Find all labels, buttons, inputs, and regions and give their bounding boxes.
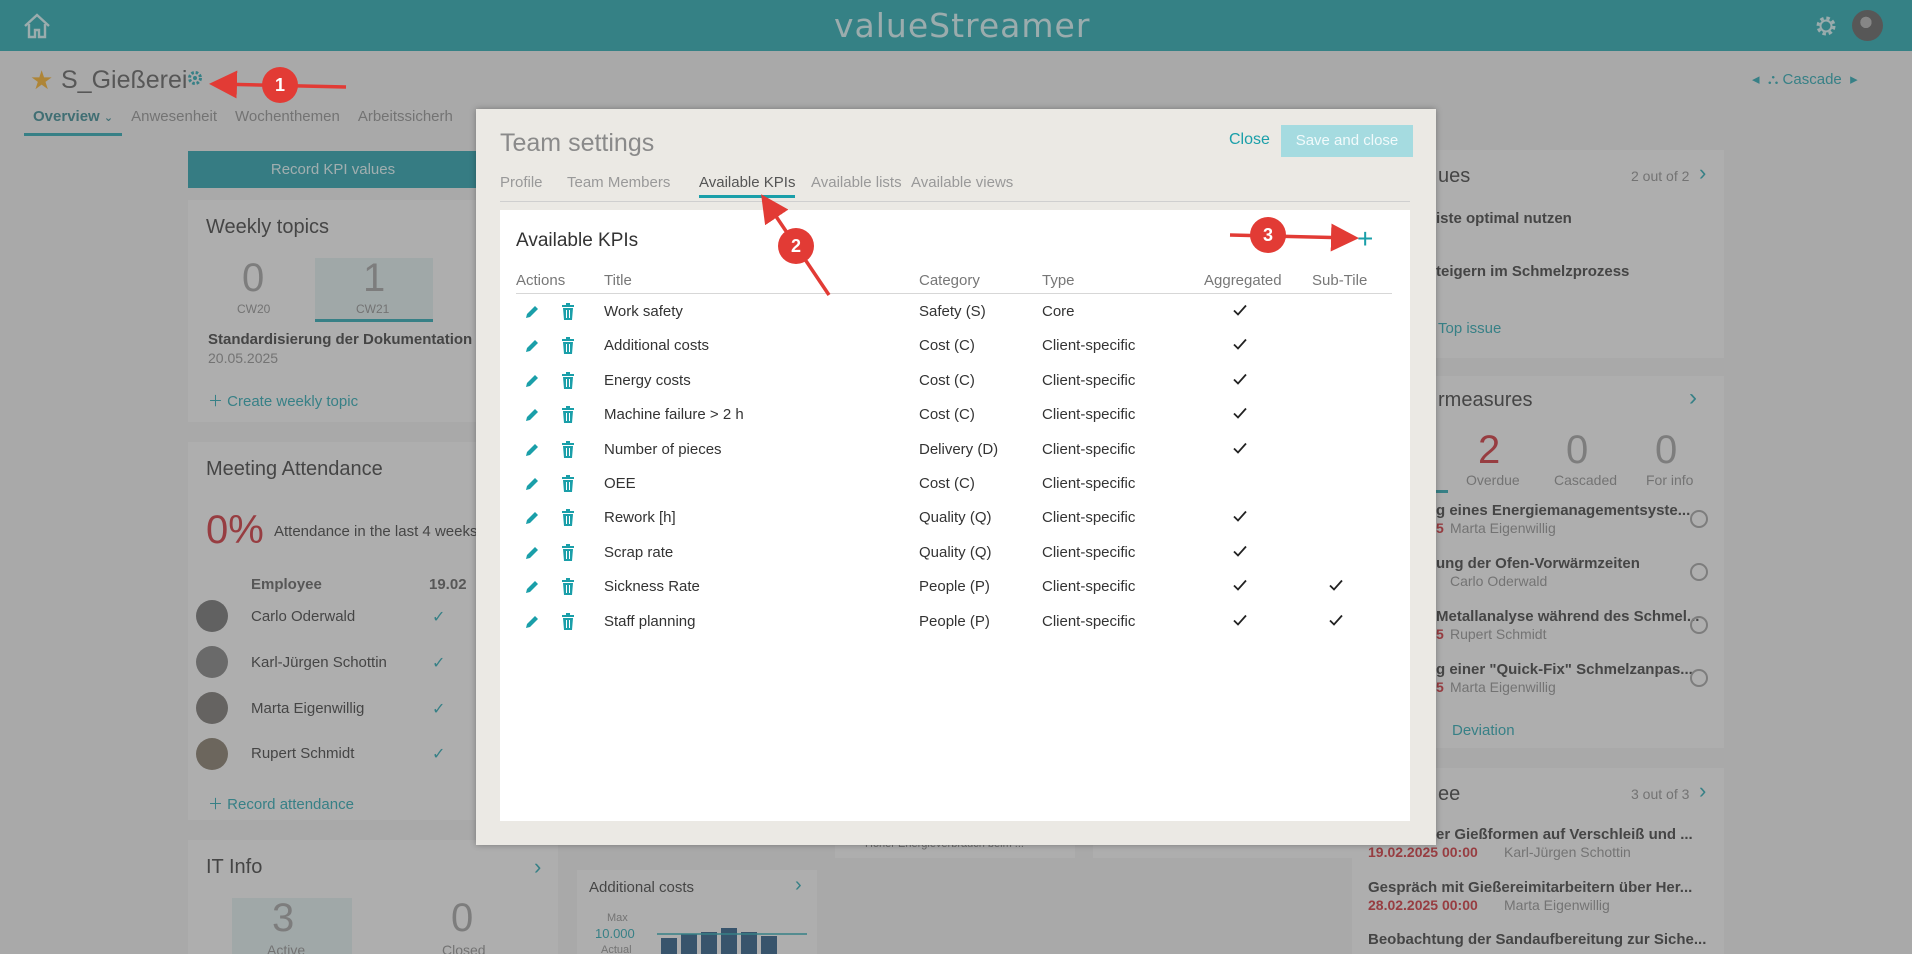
annotation-badge-3: 3 — [1250, 217, 1286, 253]
annotation-badge-2: 2 — [778, 228, 814, 264]
annotation-arrows — [209, 70, 1359, 296]
annotation-badge-1: 1 — [262, 67, 298, 103]
